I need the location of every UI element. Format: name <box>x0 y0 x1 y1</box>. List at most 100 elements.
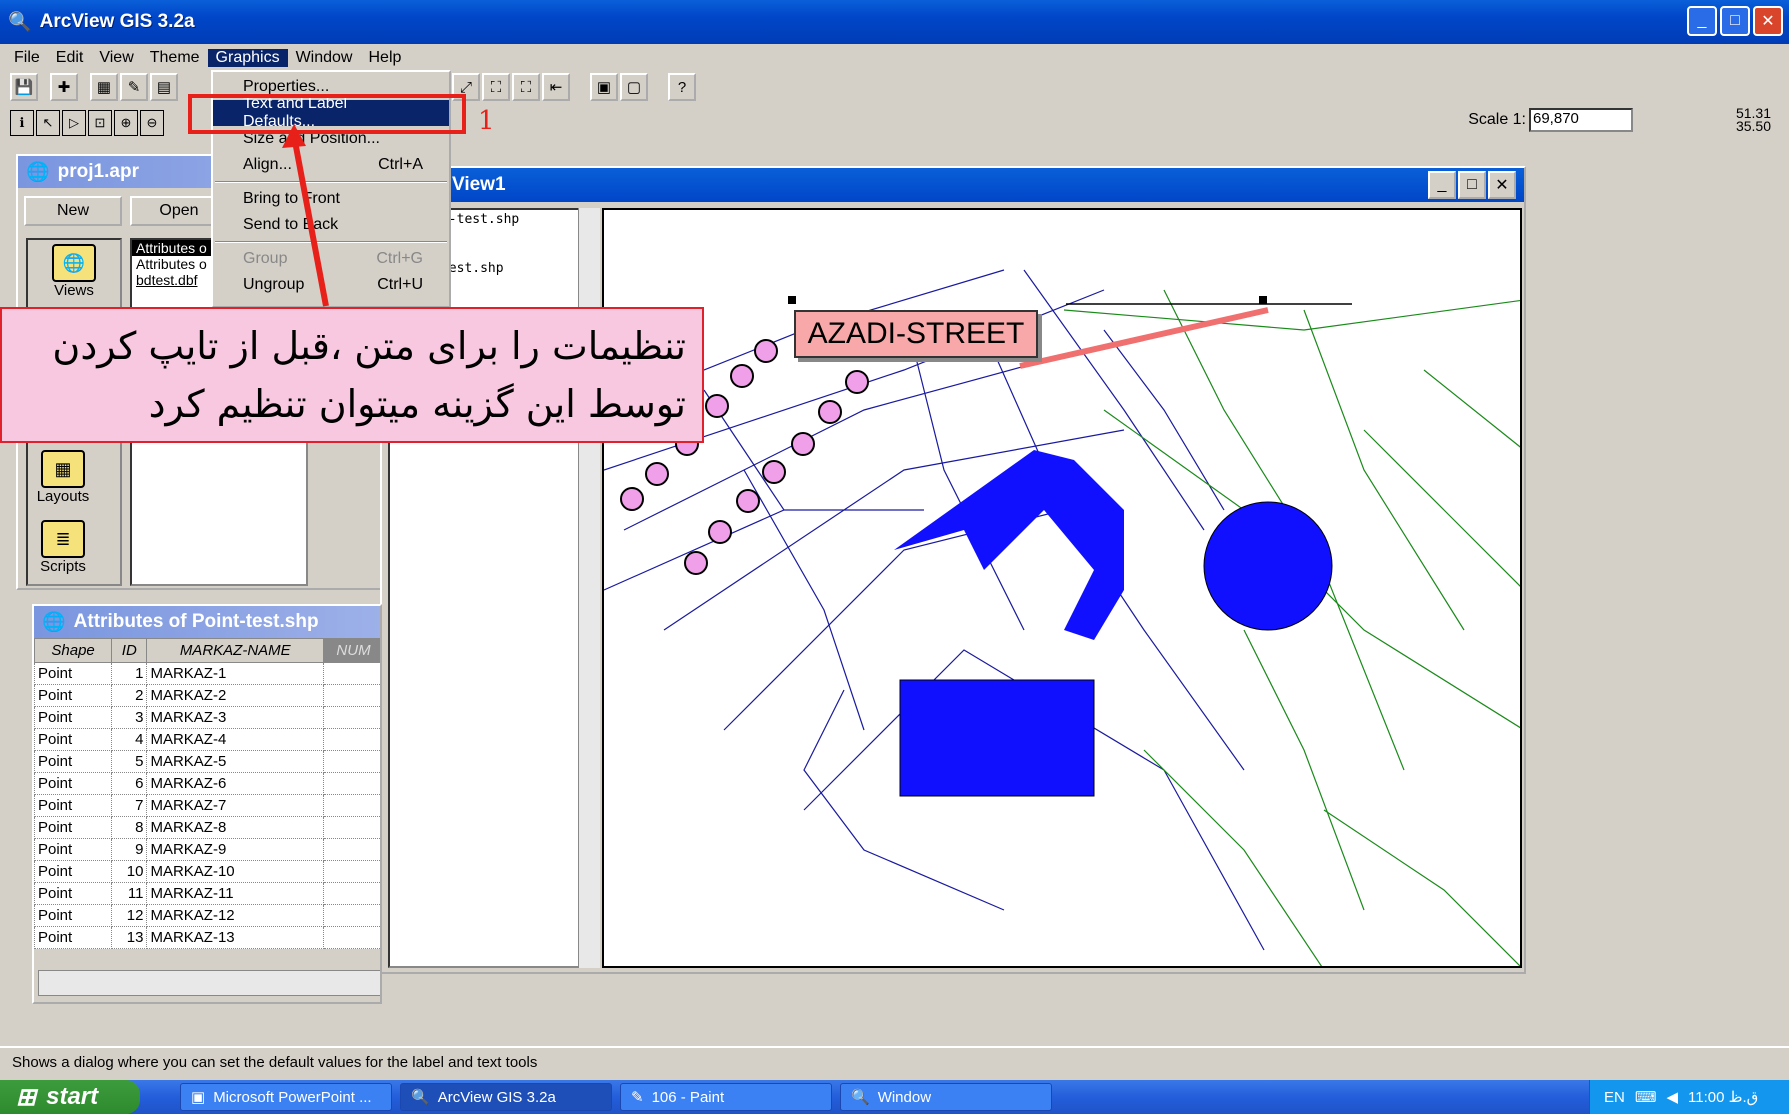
column-header[interactable]: ID <box>111 638 148 663</box>
taskbar-item[interactable]: 🔍 Window <box>840 1083 1052 1111</box>
select-features-icon[interactable]: ▣ <box>590 73 618 101</box>
button-bar: 💾 ✚ ▦ ✎ ▤ <box>10 70 180 104</box>
table-cell <box>323 838 380 861</box>
view-window-controls: _ □ ✕ <box>1428 171 1516 199</box>
arrow-pointer <box>282 124 329 307</box>
layouts-item[interactable]: ▦ Layouts <box>28 450 98 505</box>
table-cell: 6 <box>111 772 148 795</box>
column-header[interactable]: NUM <box>323 638 380 663</box>
save-icon[interactable]: 💾 <box>10 73 38 101</box>
table-row[interactable]: Point 2 MARKAZ-2 <box>34 684 380 707</box>
chevron-left-icon[interactable]: ◀ <box>1667 1088 1679 1106</box>
table-cell: 1 <box>111 662 148 685</box>
table-row[interactable]: Point 9 MARKAZ-9 <box>34 838 380 861</box>
scripts-icon: ≣ <box>41 520 85 558</box>
add-theme-icon[interactable]: ✚ <box>50 73 78 101</box>
close-button[interactable]: ✕ <box>1488 171 1516 199</box>
clock: 11:00 ق.ظ <box>1688 1089 1759 1106</box>
taskbar-item[interactable]: ✎ 106 - Paint <box>620 1083 832 1111</box>
theme-properties-icon[interactable]: ▦ <box>90 73 118 101</box>
table-row[interactable]: Point 12 MARKAZ-12 <box>34 904 380 927</box>
table-row[interactable]: Point 11 MARKAZ-11 <box>34 882 380 905</box>
table-row[interactable]: Point 4 MARKAZ-4 <box>34 728 380 751</box>
minimize-button[interactable]: _ <box>1687 6 1717 36</box>
table-cell <box>323 816 380 839</box>
menu-view[interactable]: View <box>91 49 141 67</box>
table-cell: 7 <box>111 794 148 817</box>
menu-file[interactable]: File <box>6 49 48 67</box>
open-table-icon[interactable]: ▤ <box>150 73 178 101</box>
table-cell <box>323 750 380 773</box>
attributes-title: Attributes of Point-test.shp <box>73 611 319 632</box>
table-cell: 13 <box>111 926 148 949</box>
taskbar-item[interactable]: 🔍 ArcView GIS 3.2a <box>400 1083 612 1111</box>
keyboard-icon[interactable]: ⌨ <box>1635 1088 1657 1106</box>
view-title-bar: View1 <box>382 168 1524 202</box>
scale-input[interactable]: 69,870 <box>1529 108 1633 132</box>
edit-legend-icon[interactable]: ✎ <box>120 73 148 101</box>
task-label: 106 - Paint <box>651 1088 725 1106</box>
windows-logo-icon: ⊞ <box>16 1083 37 1111</box>
table-hscrollbar[interactable] <box>38 970 380 996</box>
zoom-out-tool-icon[interactable]: ⊖ <box>140 110 164 136</box>
table-row[interactable]: Point 1 MARKAZ-1 <box>34 662 380 685</box>
new-button[interactable]: New <box>24 196 122 226</box>
zoom-out-icon[interactable]: ⛶ <box>512 73 540 101</box>
start-button[interactable]: ⊞ start <box>0 1080 140 1114</box>
handle[interactable] <box>788 296 796 304</box>
handle[interactable] <box>1259 296 1267 304</box>
table-row[interactable]: Point 5 MARKAZ-5 <box>34 750 380 773</box>
table-row[interactable]: Point 7 MARKAZ-7 <box>34 794 380 817</box>
select-feature-icon[interactable]: ⊡ <box>88 110 112 136</box>
menu-window[interactable]: Window <box>288 49 361 67</box>
views-label: Views <box>54 282 94 299</box>
menu-graphics[interactable]: Graphics <box>207 49 288 67</box>
title-bar: 🔍 ArcView GIS 3.2a <box>0 0 1789 44</box>
clear-selection-icon[interactable]: ▢ <box>620 73 648 101</box>
menu-item-shortcut: Ctrl+U <box>377 276 423 293</box>
scripts-item[interactable]: ≣ Scripts <box>28 520 98 575</box>
view-title: View1 <box>452 174 506 195</box>
maximize-button[interactable]: □ <box>1458 171 1486 199</box>
map-graphic <box>604 269 1520 966</box>
table-cell: Point <box>34 772 113 795</box>
table-row[interactable]: Point 3 MARKAZ-3 <box>34 706 380 729</box>
table-cell <box>323 684 380 707</box>
task-label: ArcView GIS 3.2a <box>437 1088 556 1106</box>
menu-theme[interactable]: Theme <box>142 49 208 67</box>
zoom-in-icon[interactable]: ⛶ <box>482 73 510 101</box>
system-tray: EN ⌨ ◀ 11:00 ق.ظ <box>1589 1080 1789 1114</box>
zoom-in-tool-icon[interactable]: ⊕ <box>114 110 138 136</box>
table-cell: MARKAZ-8 <box>146 816 324 839</box>
table-cell: MARKAZ-6 <box>146 772 324 795</box>
taskbar-item[interactable]: ▣ Microsoft PowerPoint ... <box>180 1083 392 1111</box>
maximize-button[interactable]: □ <box>1720 6 1750 36</box>
language-indicator[interactable]: EN <box>1604 1089 1625 1106</box>
vertex-edit-icon[interactable]: ▷ <box>62 110 86 136</box>
table-row[interactable]: Point 6 MARKAZ-6 <box>34 772 380 795</box>
table-row[interactable]: Point 8 MARKAZ-8 <box>34 816 380 839</box>
views-item[interactable]: 🌐 Views <box>28 240 120 299</box>
project-title: proj1.apr <box>57 161 139 182</box>
help-icon[interactable]: ? <box>668 73 696 101</box>
zoom-previous-icon[interactable]: ⇤ <box>542 73 570 101</box>
table-row[interactable]: Point 10 MARKAZ-10 <box>34 860 380 883</box>
column-header[interactable]: MARKAZ-NAME <box>146 638 324 663</box>
view-window: View1 _ □ ✕ Poligon-test.shp Point-test.… <box>380 166 1526 974</box>
menu-edit[interactable]: Edit <box>48 49 92 67</box>
street-label[interactable]: AZADI-STREET <box>794 310 1038 358</box>
menu-bar: File Edit View Theme Graphics Window Hel… <box>0 44 1789 72</box>
table-cell: Point <box>34 684 113 707</box>
table-cell: MARKAZ-2 <box>146 684 324 707</box>
minimize-button[interactable]: _ <box>1428 171 1456 199</box>
polygon-shape <box>894 450 1124 640</box>
map-canvas[interactable]: AZADI-STREET <box>602 208 1522 968</box>
pointer-icon[interactable]: ↖ <box>36 110 60 136</box>
close-button[interactable]: ✕ <box>1753 6 1783 36</box>
table-row[interactable]: Point 13 MARKAZ-13 <box>34 926 380 949</box>
column-header[interactable]: Shape <box>34 638 113 663</box>
table-cell: 4 <box>111 728 148 751</box>
identify-icon[interactable]: ℹ <box>10 110 34 136</box>
table-cell: Point <box>34 904 113 927</box>
menu-help[interactable]: Help <box>360 49 409 67</box>
